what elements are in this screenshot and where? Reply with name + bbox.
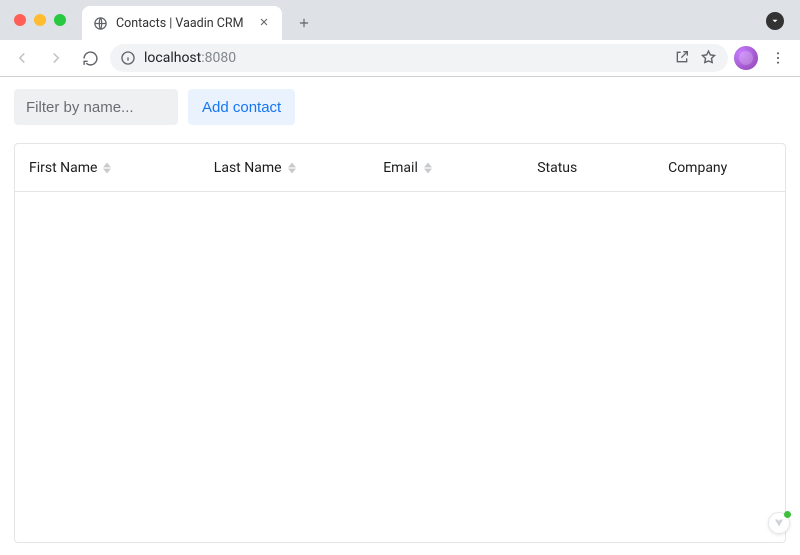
- open-external-icon[interactable]: [674, 49, 692, 67]
- add-contact-button[interactable]: Add contact: [188, 89, 295, 125]
- globe-icon: [92, 15, 108, 31]
- close-tab-icon[interactable]: [258, 16, 272, 30]
- column-label: First Name: [29, 160, 97, 176]
- tab-overflow-icon[interactable]: [766, 12, 784, 30]
- toolbar: Add contact: [14, 89, 786, 125]
- column-label: Company: [668, 160, 727, 176]
- column-label: Status: [537, 160, 577, 176]
- tab-title: Contacts | Vaadin CRM: [116, 16, 250, 31]
- page-content: Add contact First Name Last Name Email: [0, 77, 800, 555]
- column-label: Last Name: [214, 160, 282, 176]
- filter-input[interactable]: [14, 89, 178, 125]
- sort-icon[interactable]: [424, 162, 432, 174]
- site-info-icon[interactable]: [120, 50, 136, 66]
- vaadin-dev-badge[interactable]: [768, 512, 790, 534]
- browser-chrome: Contacts | Vaadin CRM localhost:8080: [0, 0, 800, 77]
- address-row: localhost:8080: [0, 40, 800, 76]
- column-last-name[interactable]: Last Name: [200, 160, 369, 176]
- reload-button[interactable]: [76, 44, 104, 72]
- window-controls: [14, 14, 66, 26]
- contacts-grid: First Name Last Name Email: [14, 143, 786, 543]
- url-text: localhost:8080: [144, 50, 236, 66]
- minimize-window-icon[interactable]: [34, 14, 46, 26]
- close-window-icon[interactable]: [14, 14, 26, 26]
- sort-icon[interactable]: [288, 162, 296, 174]
- column-email[interactable]: Email: [369, 160, 523, 176]
- tab-strip: Contacts | Vaadin CRM: [0, 0, 800, 40]
- column-status[interactable]: Status: [523, 160, 654, 176]
- forward-button[interactable]: [42, 44, 70, 72]
- browser-tab[interactable]: Contacts | Vaadin CRM: [82, 6, 282, 40]
- column-first-name[interactable]: First Name: [15, 160, 200, 176]
- profile-avatar[interactable]: [734, 46, 758, 70]
- new-tab-button[interactable]: [290, 9, 318, 37]
- back-button[interactable]: [8, 44, 36, 72]
- column-company[interactable]: Company: [654, 160, 785, 176]
- star-icon[interactable]: [700, 49, 718, 67]
- maximize-window-icon[interactable]: [54, 14, 66, 26]
- grid-header: First Name Last Name Email: [15, 144, 785, 192]
- browser-menu-button[interactable]: [764, 44, 792, 72]
- sort-icon[interactable]: [103, 162, 111, 174]
- address-bar[interactable]: localhost:8080: [110, 44, 728, 72]
- column-label: Email: [383, 160, 418, 176]
